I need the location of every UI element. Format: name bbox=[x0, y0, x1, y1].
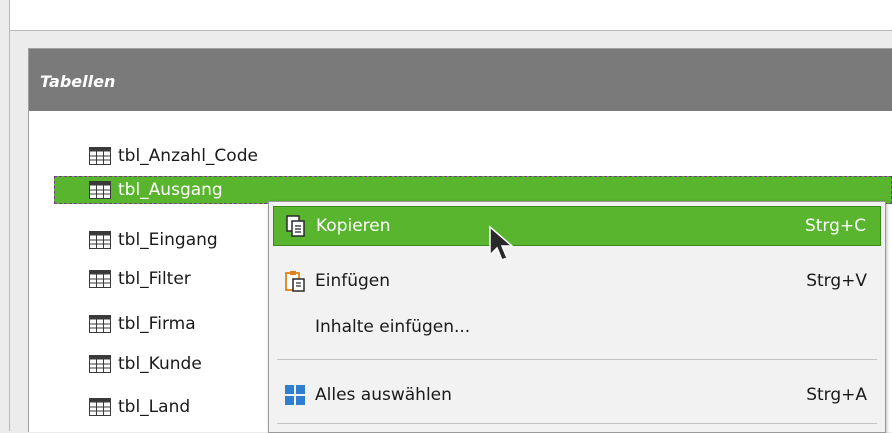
table-item-label: tbl_Firma bbox=[118, 314, 196, 334]
menu-item-copy[interactable]: Kopieren Strg+C bbox=[273, 206, 881, 246]
table-item-tbl-anzahl-code[interactable]: tbl_Anzahl_Code bbox=[54, 144, 294, 168]
table-item-tbl-firma[interactable]: tbl_Firma bbox=[54, 312, 294, 336]
table-icon bbox=[89, 355, 111, 373]
table-icon bbox=[89, 398, 111, 416]
top-panel bbox=[10, 0, 892, 31]
window-left-border bbox=[0, 0, 10, 431]
menu-item-shortcut: Strg+A bbox=[806, 385, 867, 405]
menu-item-label: Einfügen bbox=[315, 271, 391, 291]
menu-separator bbox=[277, 423, 877, 424]
menu-icon-placeholder bbox=[283, 315, 307, 339]
table-item-label: tbl_Ausgang bbox=[118, 180, 223, 200]
table-icon bbox=[89, 231, 111, 249]
table-icon bbox=[89, 315, 111, 333]
menu-item-label: Kopieren bbox=[316, 216, 391, 236]
menu-item-shortcut: Strg+C bbox=[804, 216, 866, 236]
table-icon bbox=[89, 181, 111, 199]
table-item-label: tbl_Filter bbox=[118, 269, 191, 289]
menu-item-select-all[interactable]: Alles auswählen Strg+A bbox=[273, 376, 881, 414]
context-menu: Kopieren Strg+C Einfügen Strg+V Inhalte … bbox=[268, 201, 886, 433]
table-item-label: tbl_Kunde bbox=[118, 354, 202, 374]
table-icon bbox=[89, 270, 111, 288]
menu-item-paste-special[interactable]: Inhalte einfügen... bbox=[273, 308, 881, 346]
panel-header: Tabellen bbox=[29, 49, 892, 111]
table-icon bbox=[89, 147, 111, 165]
table-item-label: tbl_Eingang bbox=[118, 230, 218, 250]
menu-separator bbox=[277, 359, 877, 360]
table-item-tbl-land[interactable]: tbl_Land bbox=[54, 395, 294, 419]
mouse-cursor-icon bbox=[489, 225, 515, 261]
table-item-label: tbl_Land bbox=[118, 397, 191, 417]
select-all-icon bbox=[285, 385, 305, 405]
menu-item-paste[interactable]: Einfügen Strg+V bbox=[273, 262, 881, 300]
copy-icon bbox=[286, 215, 305, 237]
menu-item-shortcut: Strg+V bbox=[806, 271, 867, 291]
paste-icon bbox=[285, 271, 305, 292]
menu-item-label: Inhalte einfügen... bbox=[315, 317, 471, 337]
table-item-tbl-eingang[interactable]: tbl_Eingang bbox=[54, 228, 294, 252]
table-item-tbl-kunde[interactable]: tbl_Kunde bbox=[54, 352, 294, 376]
table-item-tbl-filter[interactable]: tbl_Filter bbox=[54, 267, 294, 291]
table-item-label: tbl_Anzahl_Code bbox=[118, 146, 258, 166]
menu-item-label: Alles auswählen bbox=[315, 385, 452, 405]
table-item-tbl-ausgang[interactable]: tbl_Ausgang bbox=[54, 176, 892, 204]
panel-title: Tabellen bbox=[40, 72, 116, 91]
